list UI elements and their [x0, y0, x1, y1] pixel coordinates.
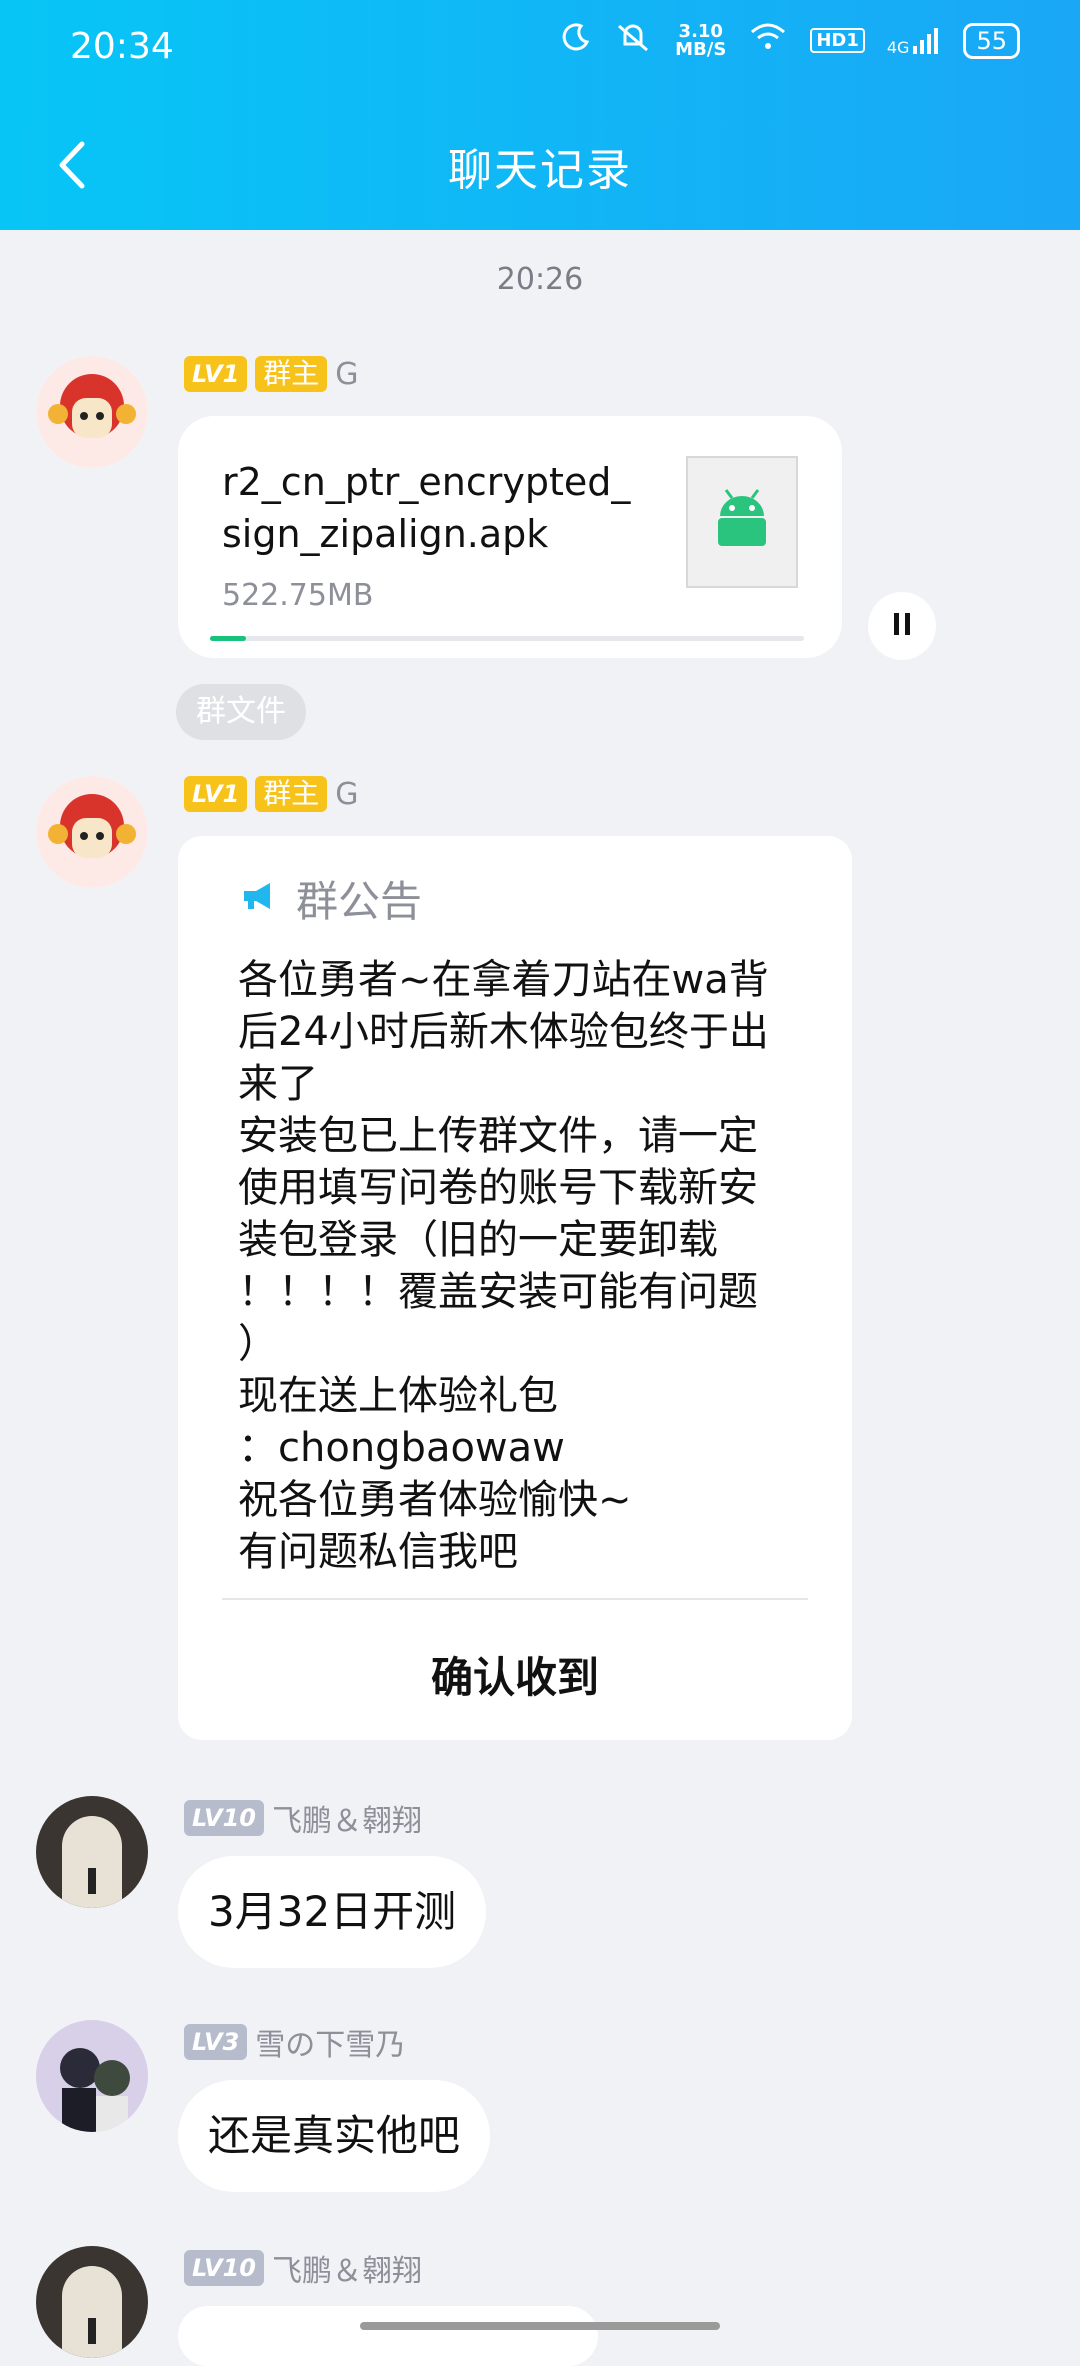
level-badge: LV3	[184, 2024, 248, 2060]
notice-line: 使用填写问卷的账号下载新安	[238, 1165, 758, 1211]
notice-header: 群公告	[238, 868, 422, 929]
sender-meta: LV10 飞鹏＆翱翔	[184, 1796, 422, 1840]
message-timestamp: 20:26	[496, 262, 584, 297]
sender-name[interactable]: 雪の下雪乃	[255, 2020, 405, 2064]
avatar[interactable]	[36, 776, 148, 888]
sender-meta: LV10 飞鹏＆翱翔	[184, 2246, 422, 2290]
net-speed: 3.10 MB/S	[675, 20, 727, 60]
moon-icon	[561, 22, 591, 59]
download-progress	[210, 636, 804, 641]
file-name: r2_cn_ptr_encrypted_sign_zipalign.apk	[222, 460, 631, 556]
level-badge: LV1	[184, 356, 248, 392]
avatar[interactable]	[36, 2020, 148, 2132]
status-icons: 3.10 MB/S HD1 4G 55	[561, 22, 1020, 59]
notice-line: ：chongbaowaw	[238, 1425, 565, 1471]
sender-meta: LV1 群主 G	[184, 356, 359, 392]
notice-line: 现在送上体验礼包	[238, 1373, 558, 1419]
notice-line: 祝各位勇者体验愉快~	[238, 1477, 632, 1523]
mute-icon	[613, 22, 653, 59]
sender-meta: LV1 群主 G	[184, 776, 359, 812]
notice-line: 装包登录（旧的一定要卸载	[238, 1217, 718, 1263]
home-indicator[interactable]	[360, 2322, 720, 2330]
text-message-bubble[interactable]: 3月32日开测	[178, 1856, 487, 1968]
megaphone-icon	[238, 874, 278, 923]
signal-icon: 4G	[887, 26, 942, 56]
notice-line: ）	[238, 1321, 278, 1367]
sender-name[interactable]: G	[335, 777, 358, 812]
group-notice-card[interactable]: 群公告 各位勇者~在拿着刀站在wa背 后24小时后新木体验包终于出 来了 安装包…	[178, 836, 852, 1740]
avatar[interactable]	[36, 1796, 148, 1908]
notice-line: 有问题私信我吧	[238, 1529, 518, 1575]
sender-name[interactable]: 飞鹏＆翱翔	[272, 2246, 422, 2290]
notice-line: 各位勇者~在拿着刀站在wa背	[238, 957, 769, 1003]
avatar[interactable]	[36, 2246, 148, 2358]
sender-meta: LV3 雪の下雪乃	[184, 2020, 405, 2064]
avatar[interactable]	[36, 356, 148, 468]
status-time: 20:34	[70, 26, 174, 67]
group-file-tag[interactable]: 群文件	[176, 684, 306, 740]
role-badge: 群主	[255, 356, 328, 392]
pause-button[interactable]	[868, 592, 936, 660]
text-message-bubble[interactable]	[178, 2306, 598, 2366]
confirm-receipt-button[interactable]: 确认收到	[178, 1644, 852, 1705]
wifi-icon	[748, 22, 788, 59]
download-progress-fill	[210, 636, 246, 641]
notice-line: 安装包已上传群文件，请一定	[238, 1113, 758, 1159]
notice-line: 后24小时后新木体验包终于出	[238, 1009, 769, 1055]
status-bar: 20:34 3.10 MB/S HD1 4G 55	[0, 0, 1080, 100]
battery-icon: 55	[963, 22, 1020, 59]
pause-icon	[887, 609, 917, 643]
role-badge: 群主	[255, 776, 328, 812]
notice-title: 群公告	[296, 877, 423, 926]
divider	[222, 1598, 808, 1600]
android-apk-icon	[686, 456, 798, 588]
level-badge: LV1	[184, 776, 248, 812]
page-title: 聊天记录	[448, 145, 632, 196]
file-message-bubble[interactable]: r2_cn_ptr_encrypted_sign_zipalign.apk 52…	[178, 416, 842, 658]
notice-line: 来了	[238, 1061, 318, 1107]
notice-line: ！！！！覆盖安装可能有问题	[238, 1269, 758, 1315]
hd-badge: HD1	[810, 28, 865, 53]
sender-name[interactable]: G	[335, 357, 358, 392]
notice-body: 各位勇者~在拿着刀站在wa背 后24小时后新木体验包终于出 来了 安装包已上传群…	[238, 954, 818, 1578]
level-badge: LV10	[184, 1800, 264, 1836]
file-size: 522.75MB	[222, 578, 374, 613]
title-bar: 聊天记录	[0, 100, 1080, 230]
text-message-bubble[interactable]: 还是真实他吧	[178, 2080, 491, 2192]
level-badge: LV10	[184, 2250, 264, 2286]
sender-name[interactable]: 飞鹏＆翱翔	[272, 1796, 422, 1840]
